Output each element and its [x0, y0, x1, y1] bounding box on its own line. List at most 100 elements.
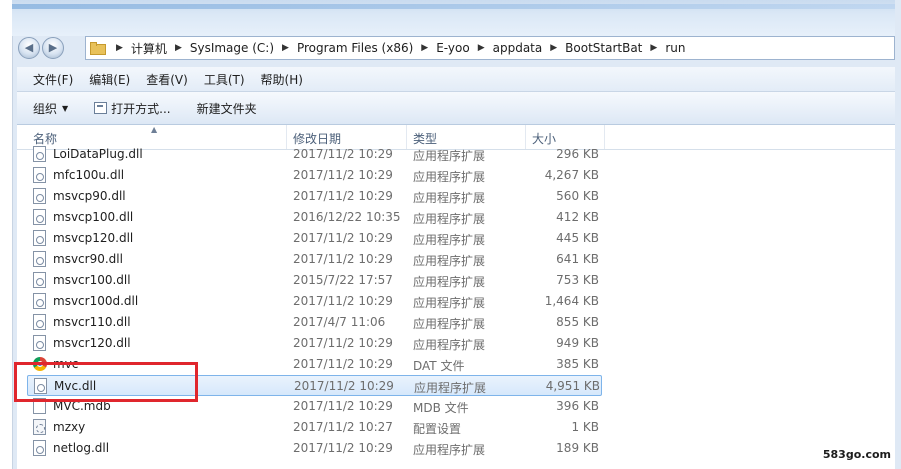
breadcrumb-separator-icon[interactable]: ▶ [546, 43, 561, 53]
file-name: msvcr120.dll [53, 336, 131, 350]
file-size: 412 KB [556, 210, 599, 224]
file-type: 应用程序扩展 [413, 191, 486, 205]
navigation-bar: ◀ ▶ ▶ 计算机 ▶ SysImage (C:) ▶ Program Files (x8… [12, 34, 895, 62]
file-row[interactable]: msvcp90.dll 2017/11/2 10:29 应用程序扩展 560 KB [27, 186, 602, 207]
dll-file-icon [33, 440, 46, 456]
new-folder-label: 新建文件夹 [196, 101, 257, 116]
file-name: msvcr110.dll [53, 315, 131, 329]
file-type: 应用程序扩展 [413, 443, 486, 457]
file-row[interactable]: LoiDataPlug.dll 2017/11/2 10:29 应用程序扩展 296 … [27, 144, 602, 165]
file-size: 855 KB [556, 315, 599, 329]
file-size: 560 KB [556, 189, 599, 203]
breadcrumb-separator-icon[interactable]: ▶ [112, 43, 127, 53]
file-size: 4,951 KB [545, 379, 600, 393]
file-type: 应用程序扩展 [413, 296, 486, 310]
file-row[interactable]: msvcr110.dll 2017/4/7 11:06 应用程序扩展 855 KB [27, 312, 602, 333]
file-type: 应用程序扩展 [413, 317, 486, 331]
dll-file-icon [33, 314, 46, 330]
breadcrumb-item[interactable]: appdata [489, 41, 547, 55]
breadcrumb-item[interactable]: Program Files (x86) [293, 41, 417, 55]
menu-item[interactable]: 文件(F) [17, 71, 81, 88]
dll-file-icon [33, 272, 46, 288]
file-row[interactable]: mzxy 2017/11/2 10:27 配置设置 1 KB [27, 417, 602, 438]
file-name: mzxy [53, 420, 86, 434]
menu-item[interactable]: 工具(T) [196, 71, 253, 88]
file-type: 应用程序扩展 [413, 212, 486, 226]
dll-file-icon [33, 335, 46, 351]
file-row[interactable]: netlog.dll 2017/11/2 10:29 应用程序扩展 189 KB [27, 438, 602, 459]
address-bar[interactable]: ▶ 计算机 ▶ SysImage (C:) ▶ Program Files (x86) ▶ E… [85, 36, 895, 60]
file-name: msvcp100.dll [53, 210, 134, 224]
file-row[interactable]: msvcp100.dll 2016/12/22 10:35 应用程序扩展 412 KB [27, 207, 602, 228]
file-name: msvcr100d.dll [53, 294, 139, 308]
back-button[interactable]: ◀ [18, 37, 40, 59]
file-date: 2017/11/2 10:29 [293, 399, 393, 413]
file-size: 641 KB [556, 252, 599, 266]
file-row[interactable]: msvcr100d.dll 2017/11/2 10:29 应用程序扩展 1,464 … [27, 291, 602, 312]
dropdown-arrow-icon: ▼ [62, 103, 69, 113]
file-type: MDB 文件 [413, 401, 469, 415]
file-type: 应用程序扩展 [413, 338, 486, 352]
file-row[interactable]: msvcr90.dll 2017/11/2 10:29 应用程序扩展 641 KB [27, 249, 602, 270]
config-file-icon [33, 419, 46, 435]
file-name: mfc100u.dll [53, 168, 125, 182]
breadcrumb-item[interactable]: BootStartBat [561, 41, 646, 55]
file-type: 配置设置 [413, 422, 462, 436]
file-name: msvcr100.dll [53, 273, 131, 287]
dll-file-icon [33, 251, 46, 267]
file-date: 2015/7/22 17:57 [293, 273, 393, 287]
left-window-edge [0, 0, 13, 469]
file-row[interactable]: msvcp120.dll 2017/11/2 10:29 应用程序扩展 445 KB [27, 228, 602, 249]
watermark: 583go.com [822, 448, 891, 461]
file-date: 2017/11/2 10:29 [293, 168, 393, 182]
file-name: LoiDataPlug.dll [53, 147, 143, 161]
file-type: 应用程序扩展 [413, 233, 486, 247]
file-type: 应用程序扩展 [414, 381, 487, 395]
file-date: 2017/4/7 11:06 [293, 315, 386, 329]
organize-button[interactable]: 组织 ▼ [33, 100, 68, 117]
file-name: msvcp90.dll [53, 189, 126, 203]
menu-bar: 文件(F) 编辑(E) 查看(V) 工具(T) 帮助(H) [17, 67, 895, 92]
breadcrumb-separator-icon[interactable]: ▶ [417, 43, 432, 53]
toolbar: 组织 ▼ 打开方式... 新建文件夹 [17, 92, 895, 125]
annotation-highlight-box [14, 362, 198, 402]
breadcrumb-separator-icon[interactable]: ▶ [646, 43, 661, 53]
file-row[interactable]: mfc100u.dll 2017/11/2 10:29 应用程序扩展 4,267 KB [27, 165, 602, 186]
file-row[interactable]: msvcr100.dll 2015/7/22 17:57 应用程序扩展 753 KB [27, 270, 602, 291]
file-name: msvcr90.dll [53, 252, 123, 266]
breadcrumb-item[interactable]: 计算机 [127, 40, 171, 57]
open-with-label: 打开方式... [111, 101, 171, 116]
menu-item[interactable]: 查看(V) [138, 71, 196, 88]
folder-icon [90, 41, 106, 55]
breadcrumb-separator-icon[interactable]: ▶ [171, 43, 186, 53]
file-date: 2017/11/2 10:29 [293, 231, 393, 245]
menu-item[interactable]: 帮助(H) [253, 71, 311, 88]
file-size: 1 KB [571, 420, 599, 434]
file-size: 396 KB [556, 399, 599, 413]
title-bar-highlight [12, 4, 895, 9]
file-type: DAT 文件 [413, 359, 465, 373]
file-date: 2017/11/2 10:29 [293, 441, 393, 455]
file-date: 2017/11/2 10:27 [293, 420, 393, 434]
file-row[interactable]: msvcr120.dll 2017/11/2 10:29 应用程序扩展 949 KB [27, 333, 602, 354]
breadcrumb-item[interactable]: run [661, 41, 689, 55]
dll-file-icon [33, 167, 46, 183]
file-type: 应用程序扩展 [413, 149, 486, 163]
menu-item[interactable]: 编辑(E) [81, 71, 138, 88]
file-size: 4,267 KB [544, 168, 599, 182]
file-date: 2017/11/2 10:29 [293, 294, 393, 308]
file-type: 应用程序扩展 [413, 254, 486, 268]
dll-file-icon [33, 146, 46, 162]
file-date: 2017/11/2 10:29 [293, 189, 393, 203]
breadcrumb-item[interactable]: E-yoo [432, 41, 474, 55]
open-with-button[interactable]: 打开方式... [94, 100, 171, 117]
breadcrumb-item[interactable]: SysImage (C:) [186, 41, 278, 55]
forward-button[interactable]: ▶ [42, 37, 64, 59]
breadcrumb-separator-icon[interactable]: ▶ [474, 43, 489, 53]
dll-file-icon [33, 188, 46, 204]
file-name: netlog.dll [53, 441, 110, 455]
new-folder-button[interactable]: 新建文件夹 [197, 100, 257, 117]
file-type: 应用程序扩展 [413, 275, 486, 289]
breadcrumb-separator-icon[interactable]: ▶ [278, 43, 293, 53]
file-size: 753 KB [556, 273, 599, 287]
